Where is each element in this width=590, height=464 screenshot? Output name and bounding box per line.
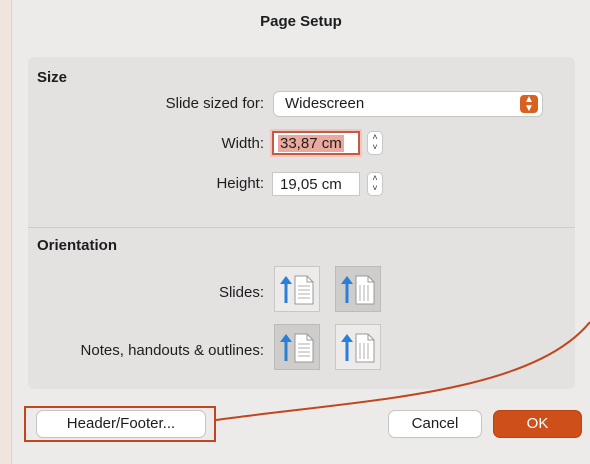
annotation-highlight-box (24, 406, 216, 442)
height-stepper[interactable]: ˄ ˅ (368, 173, 382, 195)
chevron-up-down-icon: ▲ ▼ (520, 95, 538, 114)
slide-sized-for-value: Widescreen (285, 95, 365, 112)
landscape-orientation-icon (341, 275, 375, 305)
height-value: 19,05 cm (280, 176, 342, 193)
portrait-orientation-icon (280, 275, 314, 305)
slide-sized-for-select[interactable]: Widescreen ▲ ▼ (274, 92, 542, 116)
width-label: Width: (221, 135, 264, 152)
slides-portrait-button[interactable] (274, 266, 320, 312)
width-value: 33,87 cm (278, 135, 344, 152)
height-field[interactable]: 19,05 cm (272, 172, 360, 196)
landscape-orientation-icon (341, 333, 375, 363)
ok-button[interactable]: OK (494, 411, 581, 437)
notes-portrait-button[interactable] (274, 324, 320, 370)
notes-landscape-button[interactable] (335, 324, 381, 370)
slide-sized-for-label: Slide sized for: (165, 95, 264, 112)
slides-landscape-button[interactable] (335, 266, 381, 312)
height-label: Height: (216, 175, 264, 192)
orientation-section-title: Orientation (37, 237, 118, 254)
notes-handouts-label: Notes, handouts & outlines: (80, 342, 264, 359)
slides-label: Slides: (218, 284, 264, 301)
page-setup-dialog: Page Setup Size Slide sized for: Widescr… (11, 0, 590, 464)
portrait-orientation-icon (280, 333, 314, 363)
width-stepper[interactable]: ˄ ˅ (368, 132, 382, 154)
dialog-title: Page Setup (260, 13, 342, 30)
cancel-button[interactable]: Cancel (389, 411, 481, 437)
width-field[interactable]: 33,87 cm (272, 131, 360, 155)
size-section-title: Size (37, 69, 68, 86)
